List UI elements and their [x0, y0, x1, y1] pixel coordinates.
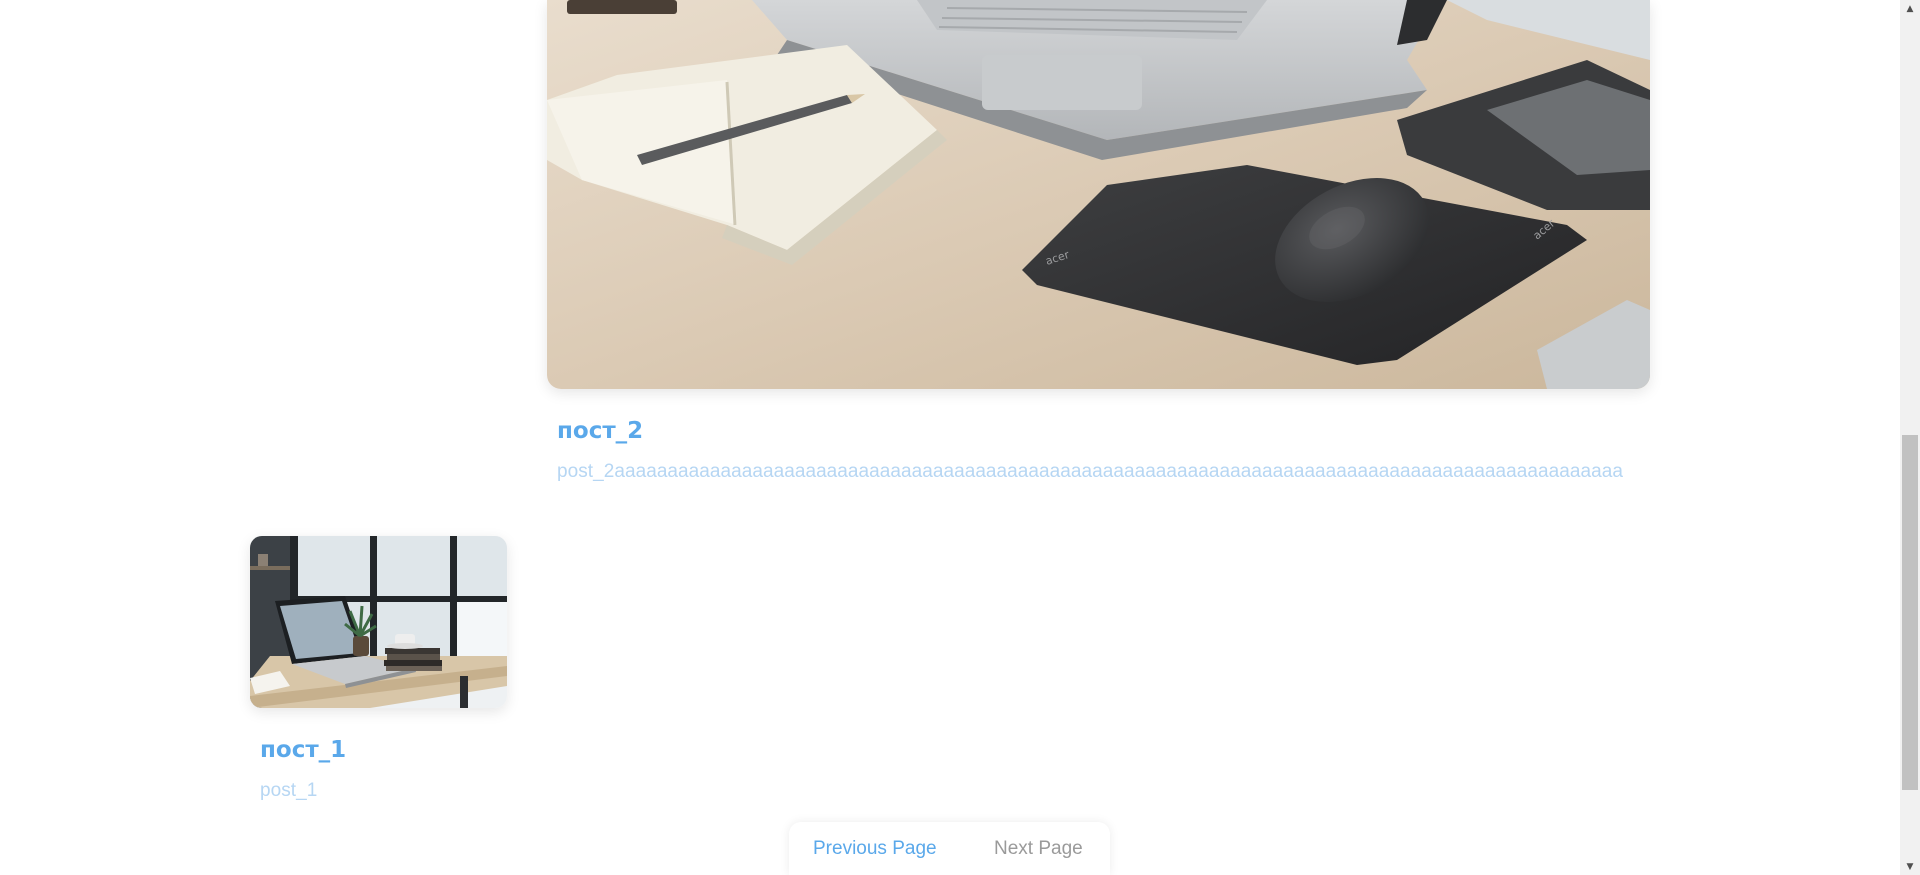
next-page-button[interactable]: Next Page [994, 838, 1083, 860]
previous-page-button[interactable]: Previous Page [813, 838, 937, 860]
scrollbar-thumb[interactable] [1902, 435, 1918, 790]
post-title[interactable]: пост_2 [557, 418, 643, 444]
vertical-scrollbar[interactable]: ▲ ▼ [1900, 0, 1920, 875]
workspace-photo [250, 536, 507, 708]
post-excerpt: post_2аааааааааааааааааааааааааааааааааа… [557, 461, 1623, 482]
post-excerpt: post_1 [260, 780, 318, 801]
scroll-up-arrow-icon[interactable]: ▲ [1900, 0, 1920, 17]
page: acer acer пост_2 post_2ааааааааааааааааа… [0, 0, 1900, 875]
pagination: Previous Page Next Page [789, 822, 1110, 875]
post-title[interactable]: пост_1 [260, 737, 346, 763]
post-image[interactable]: acer acer [547, 0, 1650, 389]
post-image[interactable] [250, 536, 507, 708]
desk-photo: acer acer [547, 0, 1650, 389]
scroll-down-arrow-icon[interactable]: ▼ [1900, 858, 1920, 875]
